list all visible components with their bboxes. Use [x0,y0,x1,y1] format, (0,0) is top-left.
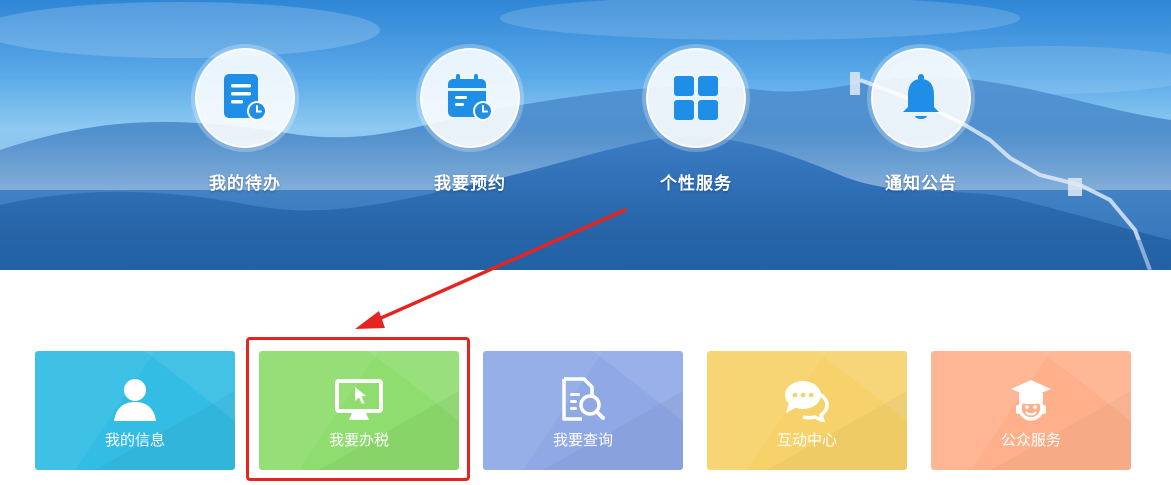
tile-interaction-center[interactable]: 互动中心 [707,351,907,470]
quick-link-personal-service[interactable]: 个性服务 [631,48,761,194]
search-document-icon [559,377,607,423]
quick-link-circle [646,48,746,148]
quick-link-appointment[interactable]: 我要预约 [405,48,535,194]
tile-label: 我要查询 [552,431,613,449]
quick-link-label: 我的待办 [209,174,281,194]
customer-service-icon [1007,377,1055,423]
tile-my-info[interactable]: 我的信息 [35,351,235,470]
tile-label: 我的信息 [104,431,165,449]
tile-label: 互动中心 [776,431,837,449]
quick-link-notice[interactable]: 通知公告 [856,48,986,194]
quick-link-label: 通知公告 [885,174,957,194]
calendar-icon [448,74,493,121]
tile-public-service[interactable]: 公众服务 [931,351,1131,470]
bell-icon [903,74,939,119]
highlight-box [246,337,470,481]
quick-link-circle [195,48,295,148]
todo-list-icon [224,74,267,121]
quick-link-todo[interactable]: 我的待办 [180,48,310,194]
grid-icon [674,76,718,120]
mountain-scenery [0,0,1171,270]
quick-link-label: 个性服务 [660,174,732,194]
user-icon [111,377,159,423]
quick-link-circle [420,48,520,148]
quick-link-label: 我要预约 [434,174,506,194]
hero-banner: 我的待办 我要预约 个性服务 通知公告 [0,0,1171,270]
quick-link-circle [871,48,971,148]
tile-query[interactable]: 我要查询 [483,351,683,470]
chat-icon [783,377,831,423]
tile-label: 公众服务 [1000,431,1061,449]
